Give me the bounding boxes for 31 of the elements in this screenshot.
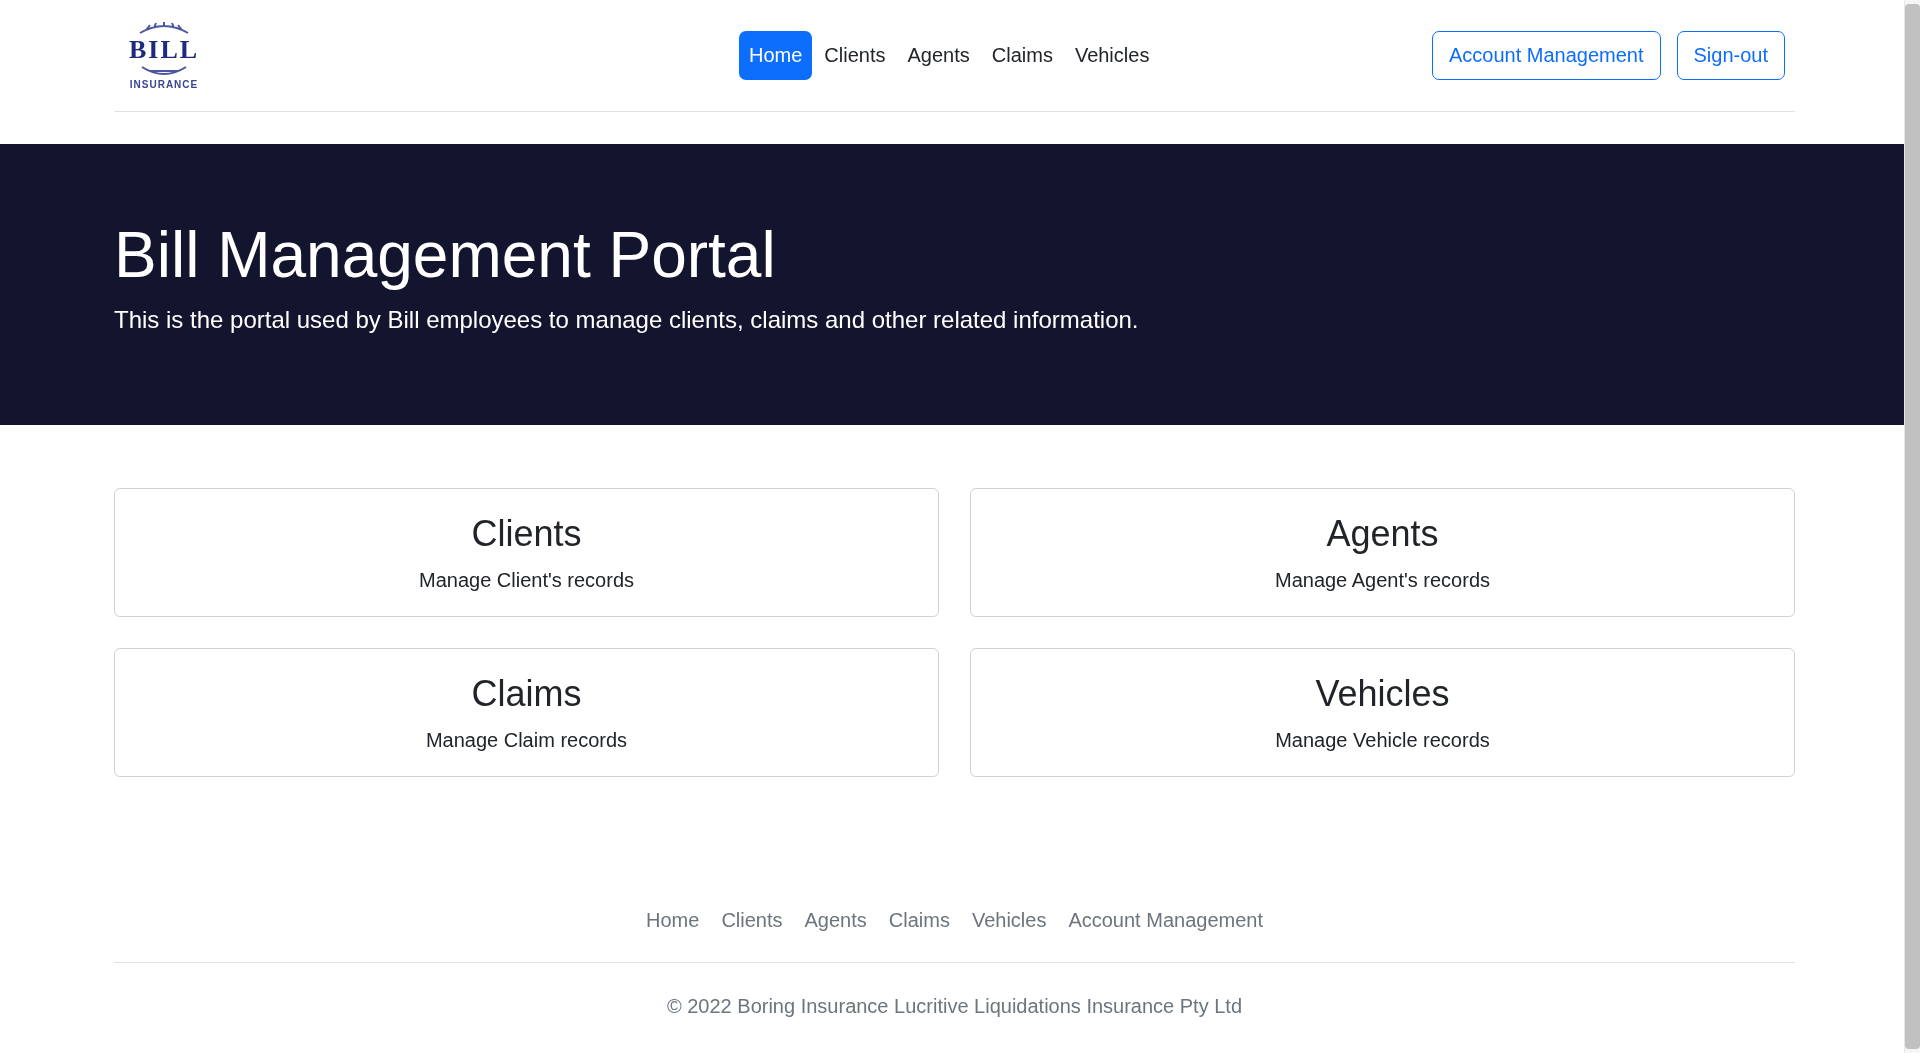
card-title: Agents	[1326, 513, 1439, 555]
card-description: Manage Claim records	[425, 729, 628, 752]
nav-link[interactable]: Claims	[981, 31, 1063, 80]
footer-link[interactable]: Account Management	[1059, 909, 1272, 932]
logo-wordmark: BILL	[128, 37, 200, 63]
nav-link[interactable]: Vehicles	[1064, 31, 1160, 80]
card[interactable]: Clients Manage Client's records	[114, 488, 939, 617]
sign-out-button[interactable]: Sign-out	[1676, 31, 1785, 80]
hero-subtitle: This is the portal used by Bill employees to manage clients, claims and other related information.	[114, 305, 1140, 334]
footer-link[interactable]: Vehicles	[962, 909, 1056, 932]
footer-link[interactable]: Home	[637, 909, 709, 932]
card[interactable]: Vehicles Manage Vehicle records	[970, 648, 1795, 777]
footer-link[interactable]: Clients	[712, 909, 792, 932]
hero-title: Bill Management Portal	[114, 218, 777, 294]
copyright-text: © 2022 Boring Insurance Lucritive Liquidations Insurance Pty Ltd	[665, 995, 1244, 1018]
footer-link[interactable]: Agents	[795, 909, 876, 932]
card-description: Manage Client's records	[419, 569, 634, 592]
footer-link[interactable]: Claims	[879, 909, 959, 932]
scrollbar[interactable]	[1904, 0, 1920, 1053]
logo-tagline: INSURANCE	[129, 79, 199, 90]
card[interactable]: Claims Manage Claim records	[114, 648, 939, 777]
card-title: Clients	[471, 513, 582, 555]
nav-link[interactable]: Home	[739, 31, 813, 80]
card[interactable]: Agents Manage Agent's records	[970, 488, 1795, 617]
nav-link[interactable]: Clients	[814, 31, 896, 80]
account-button[interactable]: Account Management	[1431, 31, 1661, 80]
nav-link[interactable]: Agents	[897, 31, 980, 80]
card-title: Claims	[471, 673, 582, 715]
card-description: Manage Agent's records	[1274, 569, 1491, 592]
card-description: Manage Vehicle records	[1275, 729, 1490, 752]
card-title: Vehicles	[1315, 673, 1450, 715]
